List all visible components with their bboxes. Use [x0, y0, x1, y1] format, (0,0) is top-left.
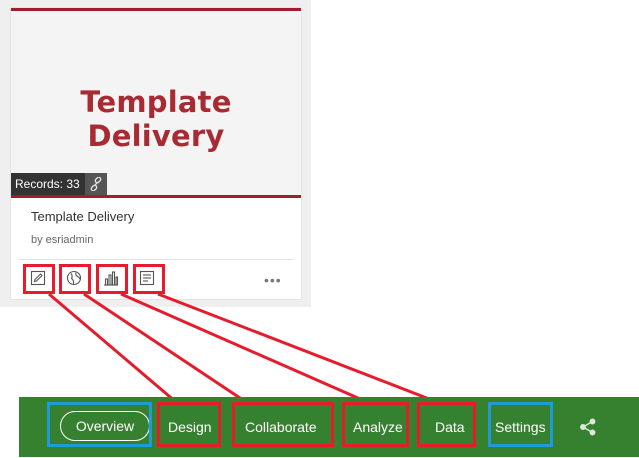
highlight-collaborate — [232, 402, 334, 447]
highlight-globe — [59, 264, 91, 294]
highlight-analyze — [342, 402, 409, 447]
highlight-data-table — [133, 264, 165, 294]
highlight-settings — [488, 402, 553, 447]
highlight-bar-chart — [96, 264, 128, 294]
highlight-design — [157, 402, 221, 447]
share-icon[interactable] — [579, 418, 597, 441]
highlight-data — [417, 402, 476, 447]
annotation-connectors — [48, 292, 438, 404]
highlight-overview — [47, 402, 152, 447]
highlight-edit — [23, 264, 55, 294]
connector-data — [157, 292, 438, 404]
connector-collaborate — [83, 292, 251, 404]
